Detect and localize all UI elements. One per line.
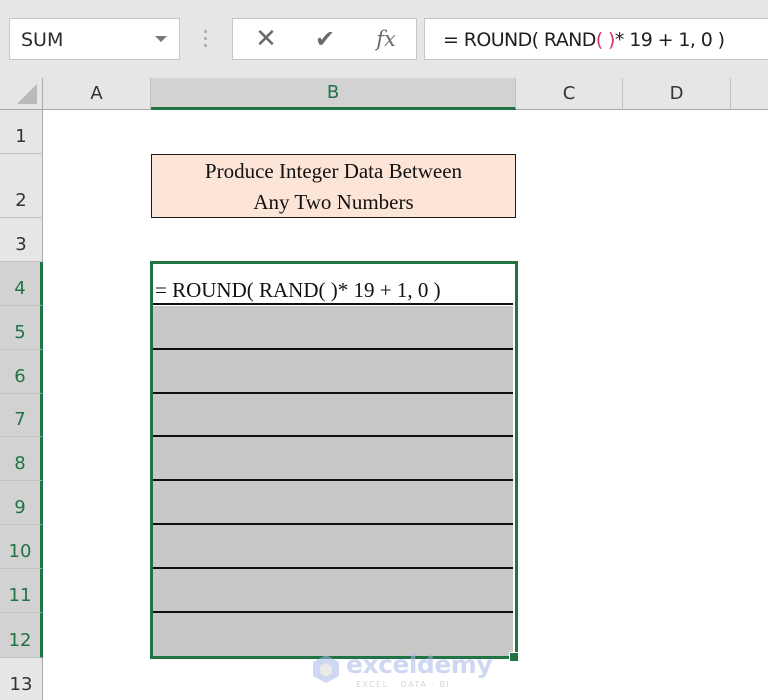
- grip-handle-icon[interactable]: [204, 30, 208, 48]
- column-header-b[interactable]: B: [151, 78, 516, 110]
- insert-function-icon[interactable]: fx: [366, 19, 406, 59]
- formula-text-prefix: = ROUND( RAND: [443, 29, 596, 51]
- chevron-down-icon[interactable]: [155, 36, 167, 42]
- column-header-e[interactable]: [731, 78, 768, 110]
- watermark-tagline: EXCEL · DATA · BI: [356, 680, 451, 689]
- select-all-button[interactable]: [0, 78, 43, 110]
- formula-bar-area: SUM ✕ ✔ fx = ROUND( RAND( )* 19 + 1, 0 ): [0, 0, 768, 78]
- row-header-9[interactable]: 9: [0, 481, 43, 525]
- fill-handle[interactable]: [509, 652, 519, 662]
- row-header-1[interactable]: 1: [0, 110, 43, 154]
- title-line-1: Produce Integer Data Between: [204, 159, 463, 183]
- column-header-c[interactable]: C: [516, 78, 623, 110]
- exceldemy-logo-icon: [313, 655, 339, 683]
- column-header-a[interactable]: A: [43, 78, 151, 110]
- formula-text-paren: ( ): [595, 29, 616, 51]
- row-header-8[interactable]: 8: [0, 437, 43, 481]
- formula-text: = ROUND( RAND( )* 19 + 1, 0 ): [443, 29, 725, 51]
- checkmark-icon[interactable]: ✔: [305, 19, 345, 59]
- close-icon[interactable]: ✕: [246, 19, 286, 59]
- formula-buttons: ✕ ✔ fx: [232, 18, 417, 60]
- name-box[interactable]: SUM: [9, 18, 180, 60]
- formula-input[interactable]: = ROUND( RAND( )* 19 + 1, 0 ): [424, 18, 768, 60]
- row-header-13[interactable]: 13: [0, 658, 43, 700]
- name-box-value: SUM: [21, 29, 64, 51]
- row-header-4[interactable]: 4: [0, 262, 43, 306]
- row-header-2[interactable]: 2: [0, 154, 43, 218]
- row-header-5[interactable]: 5: [0, 306, 43, 350]
- row-header-3[interactable]: 3: [0, 218, 43, 262]
- title-line-2: Any Two Numbers: [253, 190, 414, 214]
- column-header-d[interactable]: D: [623, 78, 731, 110]
- watermark-brand: exceldemy: [346, 650, 493, 679]
- selection-border: [150, 261, 518, 659]
- row-header-10[interactable]: 10: [0, 525, 43, 569]
- row-header-6[interactable]: 6: [0, 350, 43, 394]
- formula-text-suffix: * 19 + 1, 0 ): [614, 29, 725, 51]
- watermark: exceldemy EXCEL · DATA · BI: [312, 650, 493, 692]
- cell-b2-title[interactable]: Produce Integer Data Between Any Two Num…: [151, 154, 516, 218]
- row-header-7[interactable]: 7: [0, 394, 43, 437]
- select-all-triangle-icon: [17, 84, 37, 104]
- row-header-11[interactable]: 11: [0, 569, 43, 613]
- row-header-12[interactable]: 12: [0, 613, 43, 658]
